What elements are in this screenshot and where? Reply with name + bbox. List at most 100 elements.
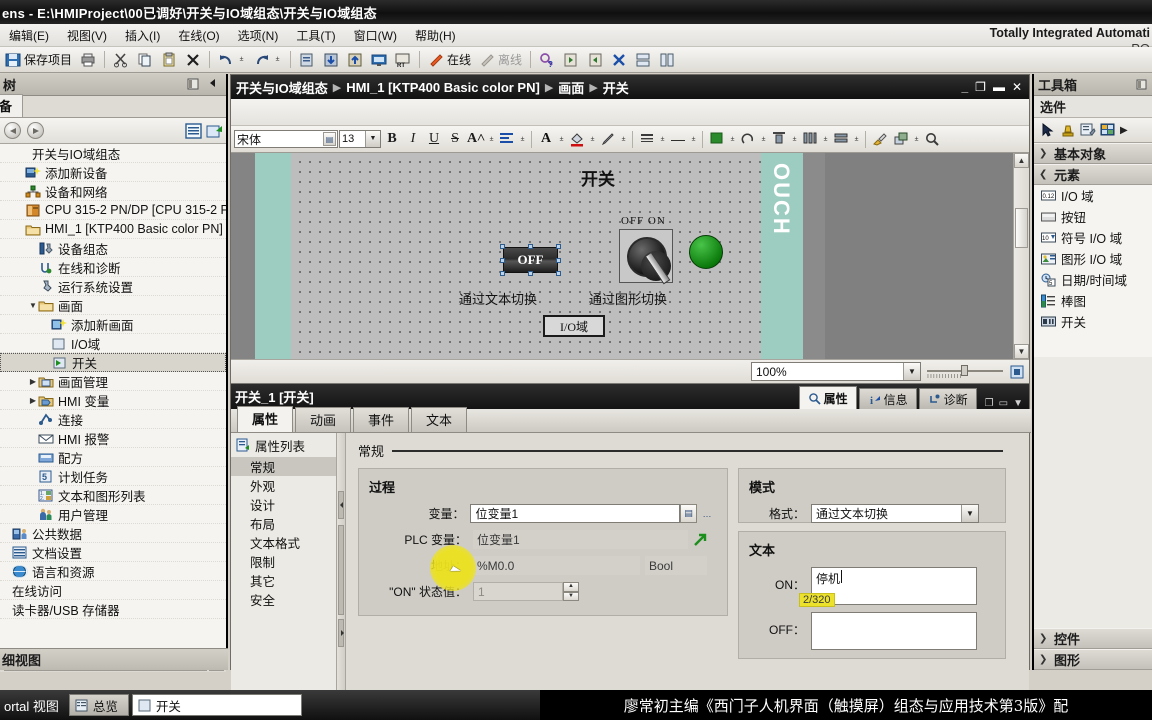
font-size-dropdown-icon[interactable]: ▼: [365, 131, 380, 147]
project-tree-body[interactable]: 开关与IO域组态 添加新设备 设备和网络 CPU 315-2 PN/DP [CPU 3…: [0, 144, 226, 655]
show-prev-button[interactable]: [584, 49, 606, 71]
inspector-tab-texts[interactable]: 文本: [411, 407, 468, 432]
breadcrumb-screen[interactable]: 开关: [603, 78, 629, 97]
runtime-button[interactable]: RT: [392, 49, 414, 71]
splitter-grip-down[interactable]: [338, 619, 344, 647]
selection-handle[interactable]: [528, 244, 533, 249]
tree-item[interactable]: HMI_1 [KTP400 Basic color PN]: [0, 220, 226, 239]
on-state-input[interactable]: 1: [473, 582, 563, 601]
search-help-button[interactable]: ?: [536, 49, 558, 71]
rotate-button[interactable]: [738, 129, 758, 149]
tree-item[interactable]: HMI 报警: [0, 429, 226, 448]
nav-back-button[interactable]: [4, 122, 21, 139]
font-color-button[interactable]: A: [536, 129, 556, 149]
print-button[interactable]: [77, 49, 99, 71]
go-online-button[interactable]: 在线: [425, 49, 474, 71]
taskbar-item-switch-screen[interactable]: 开关: [131, 694, 302, 716]
tree-item[interactable]: CPU 315-2 PN/DP [CPU 315-2 P...: [0, 201, 226, 220]
order-dropdown-arrow[interactable]: ±: [912, 136, 921, 143]
fill-color-button[interactable]: [567, 129, 587, 149]
selection-handle[interactable]: [500, 271, 505, 276]
twisty-collapsed-icon[interactable]: ▶: [28, 396, 38, 405]
goto-plc-tag-icon[interactable]: [692, 532, 708, 548]
tag-select-icon[interactable]: ▤: [680, 504, 697, 523]
toolbox-pin-icon[interactable]: [1135, 78, 1148, 91]
screen-canvas[interactable]: 开关 OFF ON OFF 通过文本切换 通过图形切换 I/O域 OUCH ▲ …: [231, 153, 1029, 359]
tab-diagnostics[interactable]: 诊断: [918, 388, 977, 409]
align-objects-button[interactable]: [769, 129, 789, 149]
on-text-input[interactable]: 停机: [811, 567, 977, 605]
collapse-panel-icon[interactable]: [207, 77, 223, 93]
font-family-dropdown-icon[interactable]: ▤: [323, 132, 336, 146]
split-vertical-button[interactable]: [656, 49, 678, 71]
font-size-input[interactable]: 13 ▼: [339, 130, 381, 148]
menu-item-insert[interactable]: 插入(I): [116, 25, 169, 46]
indicator-lamp[interactable]: [689, 235, 723, 269]
redo-dropdown-arrow[interactable]: ±: [273, 56, 282, 63]
toolbox-element-item[interactable]: 开关: [1034, 311, 1152, 332]
menu-item-options[interactable]: 选项(N): [229, 25, 288, 46]
select-tool-icon[interactable]: [1040, 122, 1056, 138]
align-dropdown-arrow[interactable]: ±: [518, 136, 527, 143]
graphic-switch-object[interactable]: [619, 229, 673, 285]
property-category-item[interactable]: 安全: [231, 590, 336, 609]
tab-info[interactable]: i 信息: [858, 388, 917, 409]
breadcrumb-device[interactable]: HMI_1 [KTP400 Basic color PN]: [346, 80, 540, 95]
selection-handle[interactable]: [500, 258, 505, 263]
menu-item-edit[interactable]: 编辑(E): [0, 25, 58, 46]
io-field-button[interactable]: I/O域: [543, 315, 605, 337]
inspector-menu-icon[interactable]: ▼: [1013, 398, 1023, 409]
undo-dropdown-arrow[interactable]: ±: [237, 56, 246, 63]
line-color-dropdown-arrow[interactable]: ±: [619, 136, 628, 143]
inspector-minimize-icon[interactable]: ▭: [999, 398, 1008, 409]
menu-item-view[interactable]: 视图(V): [58, 25, 116, 46]
zoom-level-combo[interactable]: 100% ▼: [751, 362, 921, 381]
toolbox-element-item[interactable]: 图形 I/O 域: [1034, 248, 1152, 269]
line-style-button[interactable]: [637, 129, 657, 149]
tree-item[interactable]: 连接: [0, 410, 226, 429]
font-family-input[interactable]: 宋体 ▤: [234, 130, 338, 148]
menu-item-online[interactable]: 在线(O): [169, 25, 228, 46]
upload-from-device-button[interactable]: [344, 49, 366, 71]
nav-forward-button[interactable]: [27, 122, 44, 139]
tab-devices[interactable]: 备: [0, 94, 24, 117]
font-size-grow-dropdown-arrow[interactable]: ±: [487, 136, 496, 143]
tree-item[interactable]: 设备和网络: [0, 182, 226, 201]
close-button[interactable]: ✕: [1012, 81, 1022, 93]
tree-item[interactable]: 用户管理: [0, 505, 226, 524]
menu-item-help[interactable]: 帮助(H): [406, 25, 465, 46]
tree-item[interactable]: 公共数据: [0, 524, 226, 543]
go-offline-button[interactable]: 离线: [476, 49, 525, 71]
toolbox-group-basic-objects[interactable]: ❯ 基本对象: [1034, 143, 1152, 164]
tree-item[interactable]: 添加新画面: [0, 315, 226, 334]
underline-button[interactable]: U: [424, 129, 444, 149]
tree-item[interactable]: ▶ HMI 变量: [0, 391, 226, 410]
save-project-button[interactable]: 保存项目: [2, 49, 75, 71]
close-all-button[interactable]: [608, 49, 630, 71]
breadcrumb-project[interactable]: 开关与IO域组态: [236, 78, 328, 97]
property-category-item[interactable]: 外观: [231, 476, 336, 495]
menu-item-window[interactable]: 窗口(W): [345, 25, 406, 46]
paste-button[interactable]: [158, 49, 180, 71]
selection-handle[interactable]: [528, 271, 533, 276]
zoom-slider[interactable]: ıııııııııııı: [927, 364, 1003, 380]
font-size-grow-button[interactable]: A˄: [466, 129, 486, 149]
canvas-scroll-down-button[interactable]: ▼: [1014, 344, 1029, 359]
menu-item-tools[interactable]: 工具(T): [287, 25, 344, 46]
on-state-stepper[interactable]: ▲ ▼: [563, 582, 579, 601]
distribute-horizontal-dropdown-arrow[interactable]: ±: [852, 136, 861, 143]
toolbox-element-item[interactable]: 5 日期/时间域: [1034, 269, 1152, 290]
inspector-restore-icon[interactable]: ❐: [985, 398, 994, 409]
property-category-item[interactable]: 限制: [231, 552, 336, 571]
delete-button[interactable]: [182, 49, 204, 71]
line-weight-dropdown-arrow[interactable]: ±: [689, 136, 698, 143]
selection-handle[interactable]: [500, 244, 505, 249]
property-category-item[interactable]: 设计: [231, 495, 336, 514]
object-fill-button[interactable]: [707, 129, 727, 149]
tree-item[interactable]: 文档设置: [0, 543, 226, 562]
toolbox-more-icon[interactable]: ▶: [1120, 125, 1128, 136]
distribute-vertical-dropdown-arrow[interactable]: ±: [821, 136, 830, 143]
start-simulation-button[interactable]: [368, 49, 390, 71]
tree-item[interactable]: 开关: [0, 353, 226, 372]
undo-button[interactable]: ±: [215, 49, 249, 71]
